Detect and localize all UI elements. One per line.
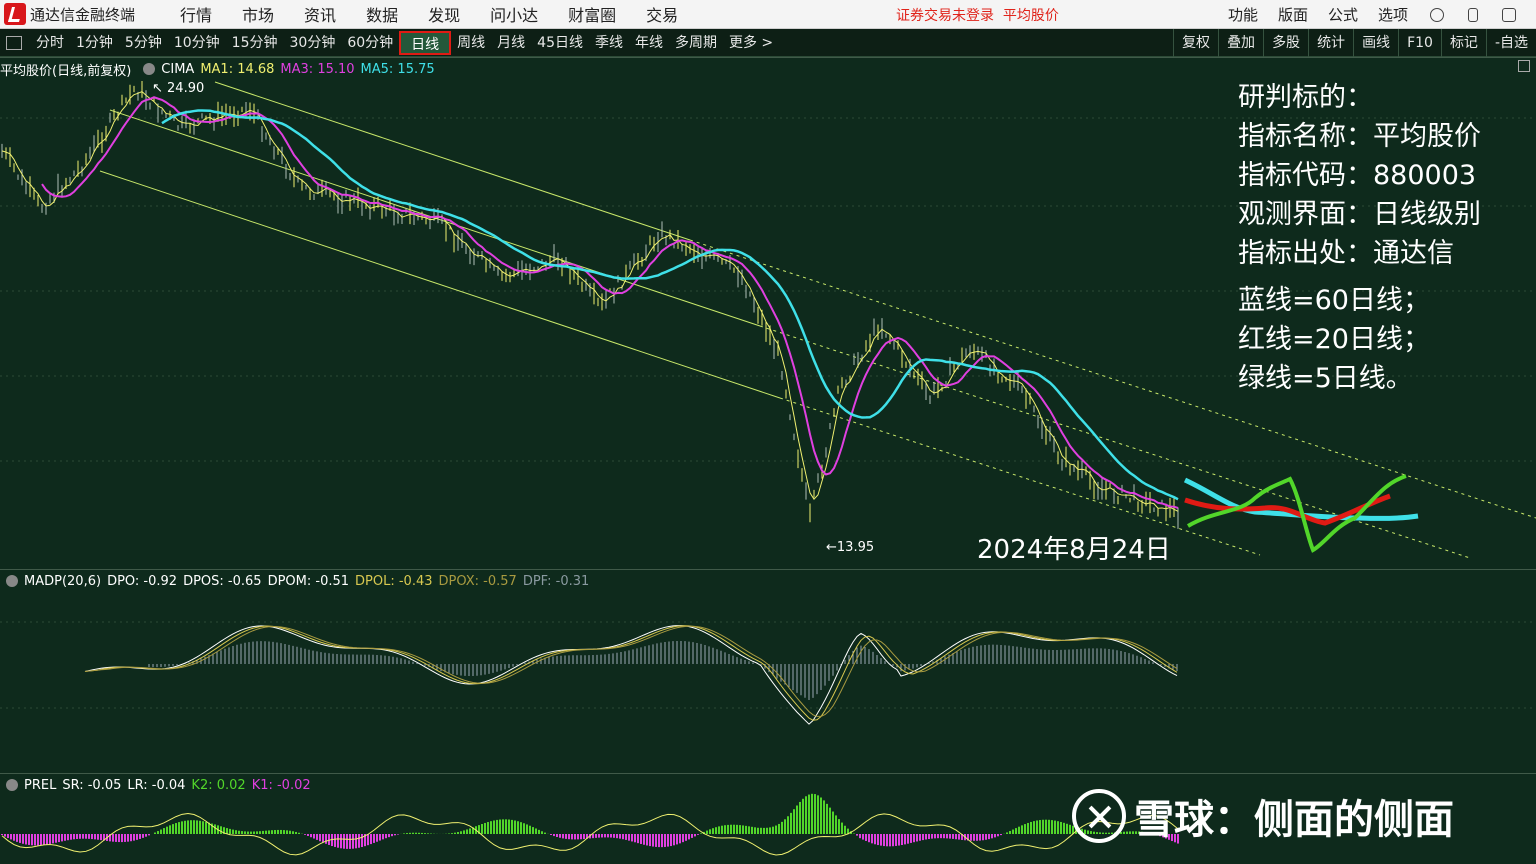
- menu-layout[interactable]: 版面: [1268, 4, 1318, 25]
- channel-mid-line: [109, 109, 761, 327]
- dpox-line: [84, 625, 1178, 717]
- annotation-line: 指标出处：通达信: [1238, 238, 1454, 269]
- menu-item-discover[interactable]: 发现: [413, 2, 475, 26]
- tool-mark[interactable]: 标记: [1440, 29, 1486, 57]
- dpom-value: DPOM: -0.51: [267, 573, 350, 589]
- menu-item-data[interactable]: 数据: [351, 2, 413, 26]
- channel-lower-line: [99, 170, 781, 399]
- low-price-label: ←13.95: [826, 540, 875, 555]
- xueqiu-watermark: 雪球：侧面的侧面: [1072, 787, 1454, 845]
- security-title: 平均股价(日线,前复权): [0, 63, 132, 79]
- refresh-icon[interactable]: [1430, 7, 1444, 22]
- tool-overlay[interactable]: 叠加: [1218, 29, 1263, 57]
- high-price-label: ↖ 24.90: [152, 81, 205, 96]
- period-daily[interactable]: 日线: [399, 30, 452, 55]
- ma1-value: MA1: 14.68: [200, 61, 275, 77]
- ma3-value: MA3: 15.10: [280, 61, 355, 77]
- period-45day[interactable]: 45日线: [531, 31, 589, 55]
- period-weekly[interactable]: 周线: [451, 31, 491, 55]
- dpo-line: [84, 625, 1178, 725]
- tool-multi-stock[interactable]: 多股: [1263, 29, 1308, 57]
- prel-dropdown-icon[interactable]: [6, 779, 18, 791]
- prel-pane-header: PREL SR: -0.05 LR: -0.04 K2: 0.02 K1: -0…: [0, 776, 317, 794]
- menu-item-wealth[interactable]: 财富圈: [553, 2, 631, 26]
- period-quarterly[interactable]: 季线: [589, 31, 629, 55]
- xueqiu-logo-icon: [1072, 789, 1126, 843]
- pane-maximize-icon[interactable]: [1518, 60, 1530, 72]
- prel-name: PREL: [24, 777, 57, 793]
- menu-formula[interactable]: 公式: [1318, 4, 1368, 25]
- ma5-value: MA5: 15.75: [360, 61, 435, 77]
- period-tick[interactable]: 分时: [30, 31, 70, 55]
- annotation-line: 研判标的：: [1238, 82, 1373, 113]
- annotation-line: 指标代码：880003: [1238, 160, 1477, 191]
- dpos-value: DPOS: -0.65: [183, 573, 262, 589]
- analysis-annotation: 研判标的： 指标名称：平均股价 指标代码：880003 观测界面：日线级别 指标…: [1238, 78, 1528, 398]
- k1-value: K1: -0.02: [251, 777, 311, 793]
- madp-name: MADP(20,6): [24, 573, 102, 589]
- phone-icon[interactable]: [1468, 7, 1478, 22]
- sr-value: SR: -0.05: [62, 777, 122, 793]
- period-multi[interactable]: 多周期: [669, 31, 723, 55]
- indicator-dropdown-icon[interactable]: [143, 63, 156, 75]
- madp-dropdown-icon[interactable]: [6, 575, 18, 587]
- menu-item-news[interactable]: 资讯: [289, 2, 351, 26]
- dpox-value: DPOX: -0.57: [438, 573, 517, 589]
- ma5-line: [1, 90, 1179, 512]
- app-title: 通达信金融终端: [30, 5, 136, 24]
- period-1min[interactable]: 1分钟: [70, 31, 119, 55]
- tool-draw[interactable]: 画线: [1353, 29, 1398, 57]
- menu-bar: 通达信金融终端 行情 市场 资讯 数据 发现 问小达 财富圈 交易 证券交易未登…: [0, 0, 1536, 29]
- tool-stats[interactable]: 统计: [1308, 29, 1353, 57]
- period-toolbar: 分时 1分钟 5分钟 10分钟 15分钟 30分钟 60分钟 日线 周线 月线 …: [0, 29, 1536, 57]
- ma20-line: [41, 96, 1179, 509]
- menu-function[interactable]: 功能: [1218, 4, 1268, 25]
- tool-f10[interactable]: F10: [1398, 29, 1441, 57]
- app-logo-icon: [4, 3, 26, 25]
- k2-value: K2: 0.02: [191, 777, 246, 793]
- period-more[interactable]: 更多 >: [723, 31, 779, 55]
- legend-line-green: 绿线=5日线。: [1238, 363, 1413, 394]
- madp-pane[interactable]: MADP(20,6) DPO: -0.92 DPOS: -0.65 DPOM: …: [0, 569, 1536, 773]
- menu-item-markets[interactable]: 市场: [227, 2, 289, 26]
- menu-options[interactable]: 选项: [1368, 4, 1418, 25]
- dpo-value: DPO: -0.92: [107, 573, 178, 589]
- period-30min[interactable]: 30分钟: [284, 31, 342, 55]
- annotation-line: 指标名称：平均股价: [1238, 121, 1481, 152]
- restore-window-icon[interactable]: [1502, 7, 1516, 22]
- watermark-text: 雪球：侧面的侧面: [1134, 797, 1454, 843]
- madp-chart[interactable]: [0, 570, 1536, 774]
- login-status[interactable]: 证券交易未登录 平均股价: [896, 5, 1059, 25]
- lr-value: LR: -0.04: [127, 777, 186, 793]
- annotation-line: 观测界面：日线级别: [1238, 199, 1481, 230]
- date-annotation: 2024年8月24日: [977, 535, 1171, 565]
- period-10min[interactable]: 10分钟: [168, 31, 226, 55]
- price-pane-header: 平均股价(日线,前复权) CIMA MA1: 14.68 MA3: 15.10 …: [0, 60, 441, 79]
- period-15min[interactable]: 15分钟: [226, 31, 284, 55]
- period-monthly[interactable]: 月线: [491, 31, 531, 55]
- tool-adjust[interactable]: 复权: [1173, 29, 1218, 57]
- ma60-line: [161, 109, 1179, 501]
- dpol-value: DPOL: -0.43: [355, 573, 433, 589]
- menu-item-ask[interactable]: 问小达: [475, 2, 553, 26]
- legend-line-red: 红线=20日线；: [1238, 324, 1430, 355]
- menu-item-market[interactable]: 行情: [165, 2, 227, 26]
- period-60min[interactable]: 60分钟: [341, 31, 399, 55]
- period-5min[interactable]: 5分钟: [119, 31, 168, 55]
- period-yearly[interactable]: 年线: [629, 31, 669, 55]
- madp-pane-header: MADP(20,6) DPO: -0.92 DPOS: -0.65 DPOM: …: [0, 572, 595, 590]
- tool-watchlist[interactable]: -自选: [1485, 29, 1536, 57]
- menu-item-trade[interactable]: 交易: [631, 2, 693, 26]
- dpf-value: DPF: -0.31: [522, 573, 590, 589]
- legend-line-blue: 蓝线=60日线；: [1238, 285, 1430, 316]
- indicator-name: CIMA: [161, 61, 195, 77]
- sidebar-toggle-icon[interactable]: [6, 35, 22, 50]
